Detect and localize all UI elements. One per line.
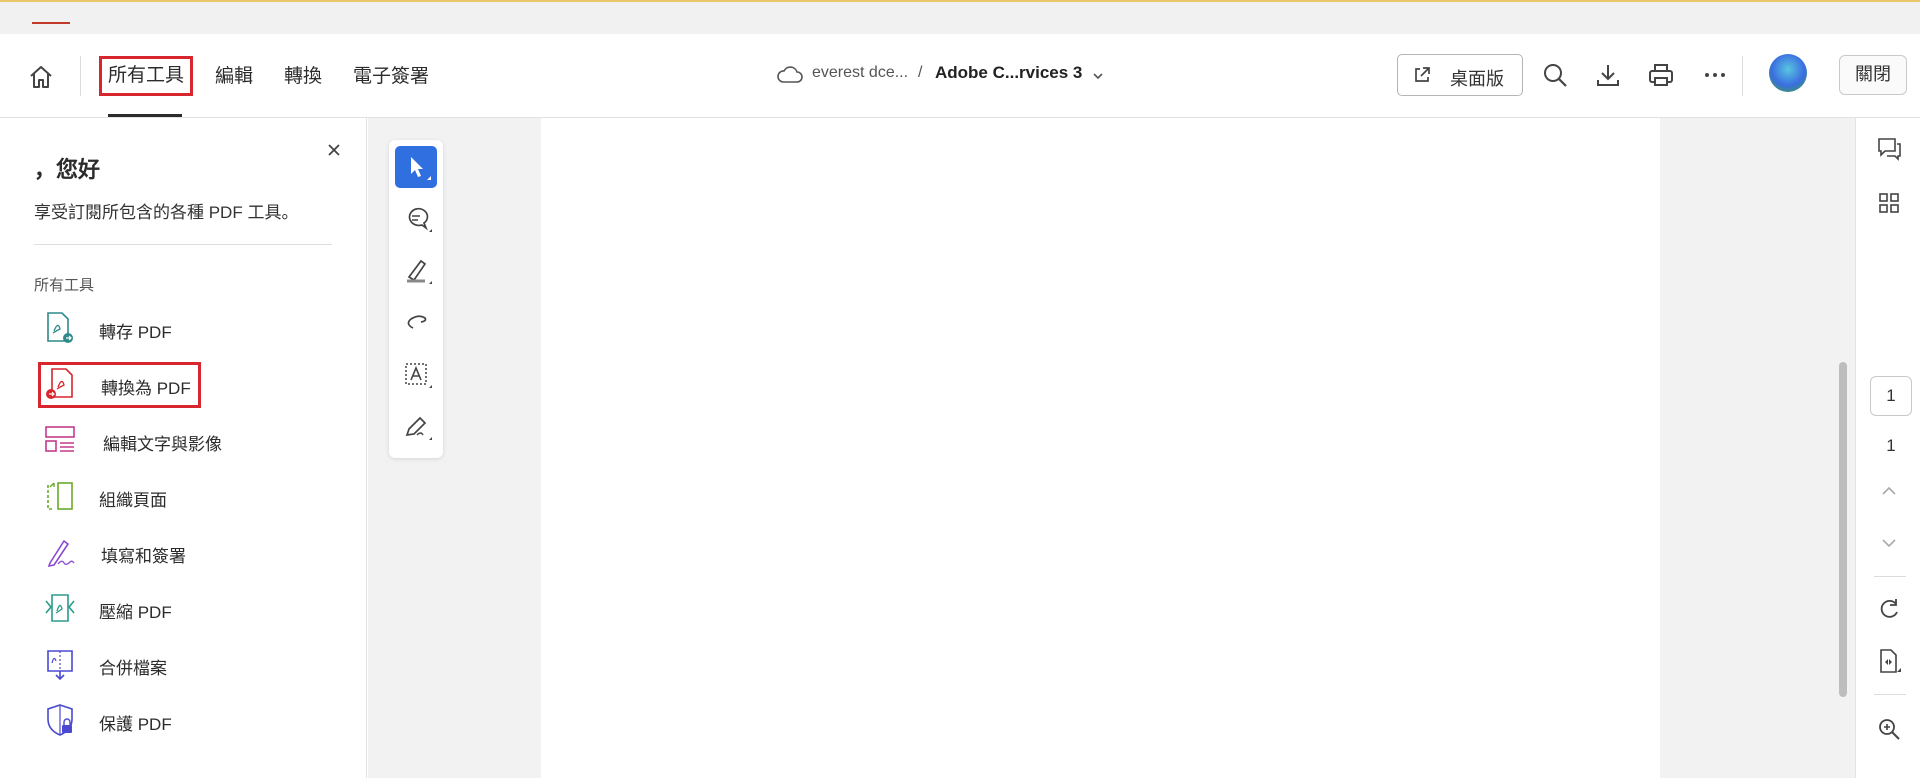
- protect-pdf-icon: [44, 703, 76, 737]
- greeting: ，您好: [34, 157, 101, 182]
- right-rail: 1 1: [1855, 118, 1920, 778]
- comment-tool[interactable]: [395, 198, 437, 240]
- text-tool[interactable]: [395, 354, 437, 396]
- current-page-input[interactable]: 1: [1870, 376, 1912, 416]
- tool-protect-pdf-label: 保護 PDF: [99, 715, 172, 734]
- tab-e-sign[interactable]: 電子簽署: [353, 62, 429, 92]
- header-divider: [80, 56, 81, 96]
- cursor-icon: [411, 157, 431, 180]
- tab-all-tools-label: 所有工具: [108, 65, 185, 86]
- tool-export-pdf-label: 轉存 PDF: [99, 323, 172, 342]
- vertical-scrollbar[interactable]: [1839, 362, 1847, 697]
- tool-organize-pages[interactable]: 組織頁面: [34, 476, 334, 516]
- highlight-tool[interactable]: [395, 250, 437, 292]
- more-options-icon[interactable]: [1701, 61, 1729, 89]
- home-icon[interactable]: [26, 62, 56, 92]
- highlighter-icon: [407, 259, 432, 284]
- breadcrumb-separator: /: [918, 64, 923, 81]
- section-title: 所有工具: [34, 277, 95, 294]
- create-pdf-icon: [44, 367, 76, 401]
- rail-divider: [1874, 576, 1906, 577]
- chevron-down-icon[interactable]: [1090, 68, 1106, 84]
- text-box-icon: [405, 363, 432, 388]
- chevron-up-icon[interactable]: [1876, 478, 1902, 504]
- pdf-page[interactable]: [541, 118, 1660, 778]
- tool-combine-files[interactable]: 合併檔案: [34, 644, 334, 684]
- thumbnails-icon[interactable]: [1876, 190, 1902, 216]
- freehand-icon: [407, 315, 427, 329]
- panel-divider: [34, 244, 332, 245]
- tab-all-tools[interactable]: 所有工具: [99, 56, 194, 96]
- edit-text-image-icon: [44, 423, 76, 457]
- pen-sign-icon: [405, 416, 432, 440]
- open-desktop-button[interactable]: 桌面版: [1397, 54, 1523, 96]
- tool-compress-pdf-label: 壓縮 PDF: [99, 603, 172, 622]
- zoom-in-icon[interactable]: [1876, 716, 1902, 742]
- search-icon[interactable]: [1541, 61, 1569, 89]
- total-pages: 1: [1886, 436, 1896, 455]
- open-desktop-label: 桌面版: [1450, 69, 1504, 89]
- close-button[interactable]: 關閉: [1839, 55, 1907, 95]
- export-pdf-icon: [44, 311, 76, 345]
- tool-combine-files-label: 合併檔案: [99, 659, 167, 678]
- panel-subtitle: 享受訂閱所包含的各種 PDF 工具。: [34, 203, 299, 222]
- chevron-down-page-icon[interactable]: [1876, 530, 1902, 556]
- breadcrumb-location[interactable]: everest dce...: [812, 64, 908, 82]
- tool-create-pdf[interactable]: 轉換為 PDF: [34, 364, 334, 404]
- fill-sign-icon: [44, 535, 76, 569]
- comments-panel-icon[interactable]: [1876, 136, 1902, 162]
- tool-edit-text-image-label: 編輯文字與影像: [103, 435, 222, 454]
- comment-icon: [408, 207, 432, 232]
- tool-export-pdf[interactable]: 轉存 PDF: [34, 308, 334, 348]
- tool-protect-pdf[interactable]: 保護 PDF: [34, 700, 334, 740]
- app-header: 所有工具 編輯 轉換 電子簽署 everest dce... / Adobe C…: [0, 34, 1920, 118]
- quick-tools-toolbar: [389, 140, 443, 458]
- organize-pages-icon: [44, 479, 76, 513]
- tool-edit-text-image[interactable]: 編輯文字與影像: [34, 420, 334, 460]
- close-icon[interactable]: [324, 140, 344, 160]
- page-tools-icon[interactable]: [1876, 648, 1902, 674]
- compress-pdf-icon: [44, 591, 76, 625]
- active-tab-underline: [108, 114, 182, 117]
- select-tool[interactable]: [395, 146, 437, 188]
- tool-create-pdf-label: 轉換為 PDF: [101, 379, 191, 398]
- browser-top-strip: [0, 0, 1920, 34]
- tool-compress-pdf[interactable]: 壓縮 PDF: [34, 588, 334, 628]
- combine-files-icon: [44, 647, 76, 681]
- sign-tool[interactable]: [395, 406, 437, 448]
- print-icon[interactable]: [1647, 61, 1675, 89]
- tab-edit[interactable]: 編輯: [215, 62, 253, 92]
- tab-convert[interactable]: 轉換: [284, 62, 322, 92]
- rail-divider-2: [1874, 694, 1906, 695]
- rotate-icon[interactable]: [1876, 596, 1902, 622]
- active-tab-indicator: [32, 22, 70, 24]
- all-tools-panel: ，您好 享受訂閱所包含的各種 PDF 工具。 所有工具 轉存 PDF 轉換為 P…: [0, 118, 367, 778]
- cloud-icon: [776, 64, 804, 86]
- document-title[interactable]: Adobe C...rvices 3: [935, 63, 1082, 83]
- tool-fill-sign[interactable]: 填寫和簽署: [34, 532, 334, 572]
- tool-fill-sign-label: 填寫和簽署: [101, 547, 186, 566]
- avatar[interactable]: [1769, 54, 1807, 92]
- external-link-icon: [1412, 65, 1432, 85]
- tool-organize-pages-label: 組織頁面: [99, 491, 167, 510]
- draw-tool[interactable]: [395, 302, 437, 344]
- header-divider-right: [1742, 56, 1743, 96]
- download-icon[interactable]: [1594, 61, 1622, 89]
